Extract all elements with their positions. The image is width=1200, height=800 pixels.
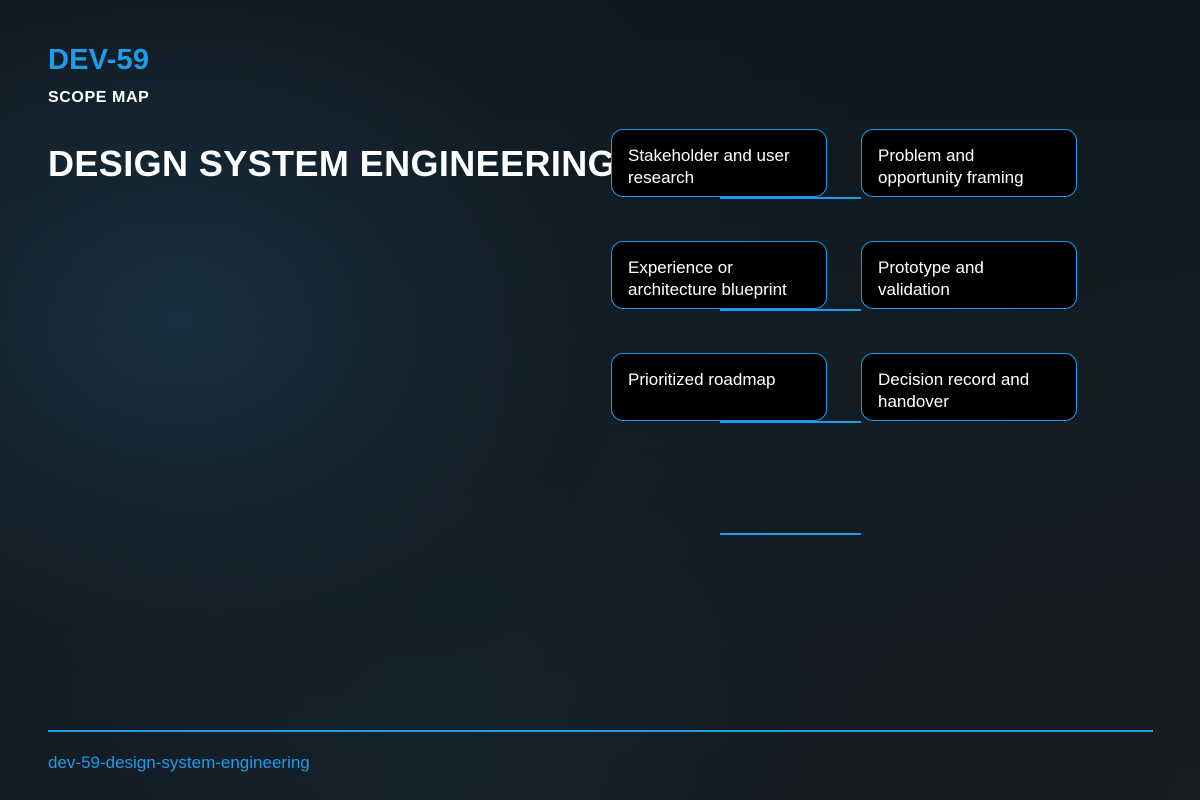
document-subtitle: SCOPE MAP (48, 89, 150, 106)
scope-node-blueprint: Experience or architecture blueprint (611, 241, 827, 309)
connector-line (720, 533, 861, 535)
connector-line (720, 309, 861, 311)
scope-node-decision-record: Decision record and handover (861, 353, 1077, 421)
scope-node-prototype-validation: Prototype and validation (861, 241, 1077, 309)
footer-divider (48, 730, 1153, 732)
document-code: DEV-59 (48, 44, 150, 76)
footer-slug: dev-59-design-system-engineering (48, 753, 310, 772)
connector-line (720, 421, 861, 423)
scope-node-stakeholder-research: Stakeholder and user research (611, 129, 827, 197)
scope-node-roadmap: Prioritized roadmap (611, 353, 827, 421)
scope-node-problem-framing: Problem and opportunity framing (861, 129, 1077, 197)
connector-line (720, 197, 861, 199)
page-title: DESIGN SYSTEM ENGINEERING (48, 143, 617, 184)
